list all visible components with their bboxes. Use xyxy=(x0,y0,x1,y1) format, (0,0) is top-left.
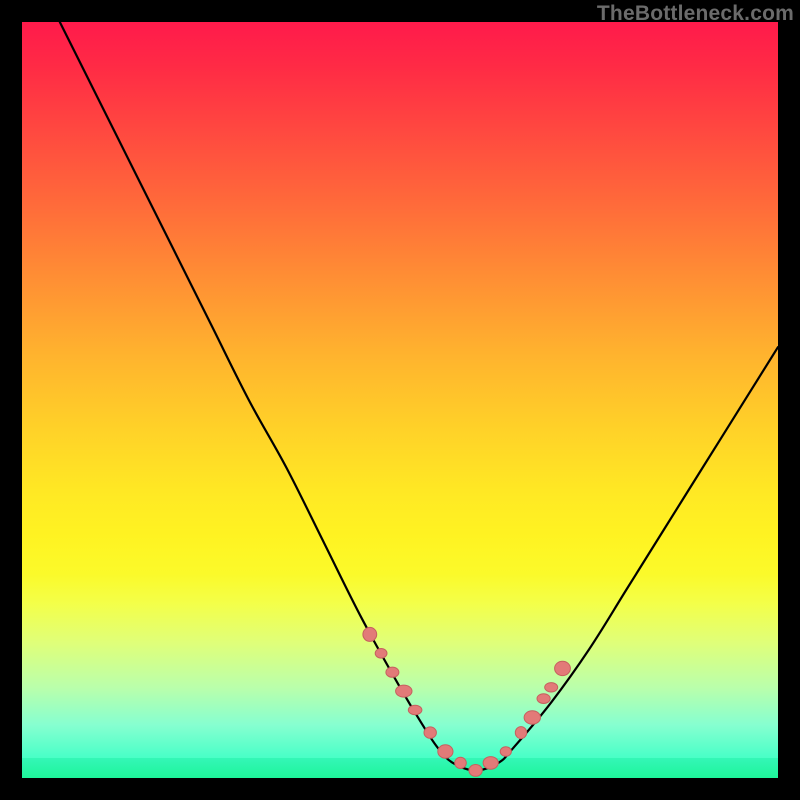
dot xyxy=(408,705,422,714)
dot xyxy=(455,757,467,768)
dot xyxy=(545,683,558,692)
dot xyxy=(424,727,436,738)
optimal-zone-dots xyxy=(363,627,570,776)
dot xyxy=(375,649,387,659)
watermark-text: TheBottleneck.com xyxy=(597,2,794,26)
dot xyxy=(515,727,526,739)
dot xyxy=(469,765,482,777)
dot xyxy=(483,757,498,770)
chart-svg xyxy=(22,22,778,778)
dot xyxy=(524,711,540,724)
dot xyxy=(396,685,412,697)
chart-frame xyxy=(22,22,778,778)
dot xyxy=(386,667,399,677)
curve-line xyxy=(60,22,778,770)
dot xyxy=(438,745,453,758)
dot xyxy=(555,661,571,675)
dot xyxy=(537,694,550,704)
bottleneck-curve xyxy=(60,22,778,770)
dot xyxy=(363,627,377,641)
dot xyxy=(500,747,511,757)
